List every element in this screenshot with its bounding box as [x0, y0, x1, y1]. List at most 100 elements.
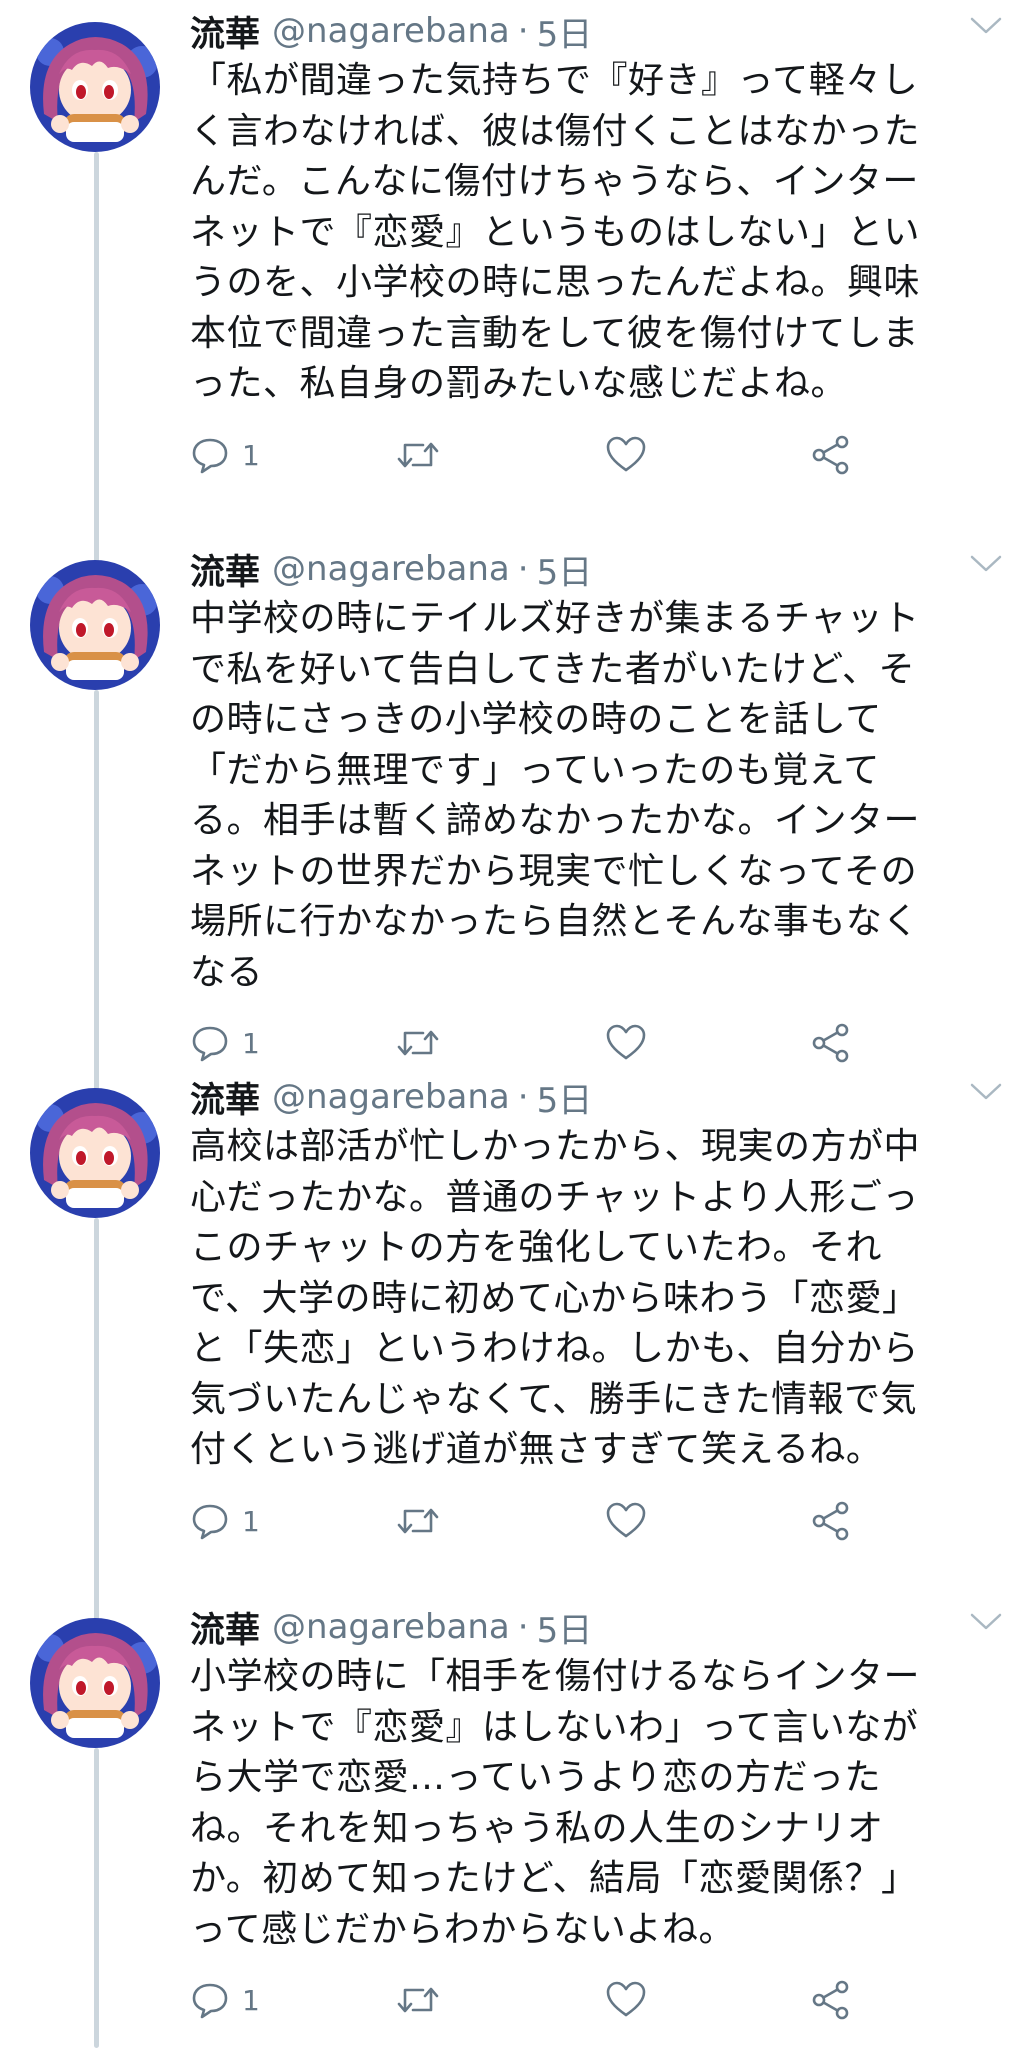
reply-button[interactable]: 1 [190, 1018, 260, 1068]
tweet-text-line: 小学校の時に「相手を傷付けるならインター [190, 1656, 921, 1697]
tweet-text-line: く言わなければ、彼は傷付くことはなかった [190, 110, 921, 152]
retweet-icon [397, 1987, 439, 2013]
reply-button[interactable]: 1 [190, 1975, 260, 2025]
tweet-text-line: で、大学の時に初めて心から味わう「恋愛」 [190, 1277, 919, 1319]
tweet-text: 高校は部活が忙しかったから、現実の方が中 心だったかな。普通のチャットより人形ごっ… [190, 1122, 990, 1476]
chevron-down-icon[interactable] [968, 552, 1004, 576]
tweet-actions: 1 [190, 1496, 990, 1546]
tweet-actions: 1 [190, 1975, 990, 2025]
share-icon [812, 1501, 849, 1541]
heart-icon [606, 1981, 646, 2017]
tweet-text-line: 場所に行かなかったら自然とそんな事もなく [190, 901, 919, 942]
tweet-text-line: 本位で間違った言動をして彼を傷付けてしま [190, 312, 919, 354]
display-name[interactable]: 流華 [190, 1602, 260, 1653]
reply-icon [192, 1983, 228, 2019]
retweet-button[interactable] [395, 1496, 441, 1546]
like-button[interactable] [605, 1975, 647, 2025]
avatar[interactable] [30, 1088, 160, 1218]
retweet-icon [397, 1508, 439, 1534]
tweet-text-line: ね。それを知っちゃう私の人生のシナリオ [190, 1807, 884, 1849]
like-button[interactable] [605, 1018, 647, 1068]
heart-icon [606, 1024, 646, 1060]
tweet-text-line: 中学校の時にテイルズ好きが集まるチャット [190, 598, 920, 639]
chevron-down-icon[interactable] [968, 1080, 1004, 1104]
avatar[interactable] [30, 1618, 160, 1748]
tweet-text-line: このチャットの方を強化していたわ。それ [190, 1227, 883, 1268]
user-handle[interactable]: @nagarebana [272, 11, 510, 51]
share-icon [812, 435, 849, 475]
separator-dot: · [517, 549, 529, 589]
tweet-header: 流華 @nagarebana · 5日 [190, 544, 592, 594]
tweet-text-line: んだ。こんなに傷付けちゃうなら、インター [190, 161, 919, 202]
chevron-down-icon[interactable] [968, 1610, 1004, 1634]
chevron-down-icon[interactable] [968, 14, 1004, 38]
separator-dot: · [517, 11, 529, 51]
avatar[interactable] [30, 22, 160, 152]
tweet[interactable]: 流華 @nagarebana · 5日 「私が間違った気持ちで『好き』って軽々し… [0, 0, 1024, 540]
retweet-button[interactable] [395, 1975, 441, 2025]
tweet-text-line: って感じだからわからないよね。 [190, 1908, 735, 1950]
tweet-header: 流華 @nagarebana · 5日 [190, 6, 592, 56]
avatar[interactable] [30, 560, 160, 690]
reply-icon [192, 1504, 228, 1540]
like-button[interactable] [605, 1496, 647, 1546]
avatar-icon [30, 560, 160, 690]
heart-icon [606, 1502, 646, 1538]
avatar-icon [30, 1088, 160, 1218]
tweet-header: 流華 @nagarebana · 5日 [190, 1602, 592, 1652]
tweet-text-line: った、私自身の罰みたいな感じだよね。 [190, 363, 848, 404]
display-name[interactable]: 流華 [190, 1072, 260, 1123]
tweet-text: 中学校の時にテイルズ好きが集まるチャット で私を好いて告白してきた者がいたけど、そ… [190, 594, 990, 998]
reply-icon [192, 1026, 228, 1062]
reply-icon [192, 438, 228, 474]
display-name[interactable]: 流華 [190, 6, 260, 57]
tweet-text: 小学校の時に「相手を傷付けるならインター ネットで『恋愛』はしないわ」って言いなが… [190, 1652, 990, 1955]
reply-count: 1 [242, 1026, 260, 1060]
retweet-icon [397, 442, 439, 468]
reply-count: 1 [242, 438, 260, 472]
tweet-text-line: ら大学で恋愛…っていうより恋の方だった [190, 1757, 881, 1798]
share-button[interactable] [810, 1975, 852, 2025]
retweet-button[interactable] [395, 1018, 441, 1068]
tweet-text-line: うのを、小学校の時に思ったんだよね。興味 [190, 262, 921, 303]
tweet[interactable]: 流華 @nagarebana · 5日 中学校の時にテイルズ好きが集まるチャット… [0, 538, 1024, 1068]
tweet-text-line: か。初めて知ったけど、結局「恋愛関係？」 [190, 1858, 918, 1899]
user-handle[interactable]: @nagarebana [272, 1077, 510, 1117]
timestamp[interactable]: 5日 [537, 545, 593, 594]
avatar-icon [30, 22, 160, 152]
tweet-text-line: と「失恋」というわけね。しかも、自分から [190, 1328, 919, 1369]
timeline: 流華 @nagarebana · 5日 「私が間違った気持ちで『好き』って軽々し… [0, 0, 1024, 2048]
share-icon [812, 1023, 849, 1063]
timestamp[interactable]: 5日 [537, 1073, 593, 1122]
like-button[interactable] [605, 430, 647, 480]
tweet-actions: 1 [190, 430, 990, 480]
display-name[interactable]: 流華 [190, 544, 260, 595]
heart-icon [606, 436, 646, 472]
tweet[interactable]: 流華 @nagarebana · 5日 小学校の時に「相手を傷付けるならインター… [0, 1596, 1024, 2048]
share-button[interactable] [810, 430, 852, 480]
tweet-text-line: 付くという逃げ道が無さすぎて笑えるね。 [190, 1429, 883, 1470]
tweet-header: 流華 @nagarebana · 5日 [190, 1072, 592, 1122]
user-handle[interactable]: @nagarebana [272, 1607, 510, 1647]
tweet-text-line: なる [190, 951, 264, 993]
tweet-text-line: の時にさっきの小学校の時のことを話して [190, 699, 882, 740]
avatar-icon [30, 1618, 160, 1748]
tweet-text-line: る。相手は暫く諦めなかったかな。インター [190, 800, 921, 841]
tweet[interactable]: 流華 @nagarebana · 5日 高校は部活が忙しかったから、現実の方が中… [0, 1066, 1024, 1596]
reply-button[interactable]: 1 [190, 1496, 260, 1546]
retweet-button[interactable] [395, 430, 441, 480]
tweet-text-line: ネットで『恋愛』はしないわ」って言いなが [190, 1706, 919, 1748]
reply-count: 1 [242, 1504, 260, 1538]
separator-dot: · [517, 1077, 529, 1117]
tweet-text-line: 心だったかな。普通のチャットより人形ごっ [190, 1176, 919, 1218]
share-button[interactable] [810, 1018, 852, 1068]
tweet-text-line: で私を好いて告白してきた者がいたけど、そ [190, 648, 915, 690]
reply-button[interactable]: 1 [190, 430, 260, 480]
tweet-text-line: 気づいたんじゃなくて、勝手にきた情報で気 [190, 1378, 918, 1420]
timestamp[interactable]: 5日 [537, 1603, 593, 1652]
user-handle[interactable]: @nagarebana [272, 549, 510, 589]
reply-count: 1 [242, 1983, 260, 2017]
separator-dot: · [517, 1607, 529, 1647]
share-button[interactable] [810, 1496, 852, 1546]
timestamp[interactable]: 5日 [537, 7, 593, 56]
